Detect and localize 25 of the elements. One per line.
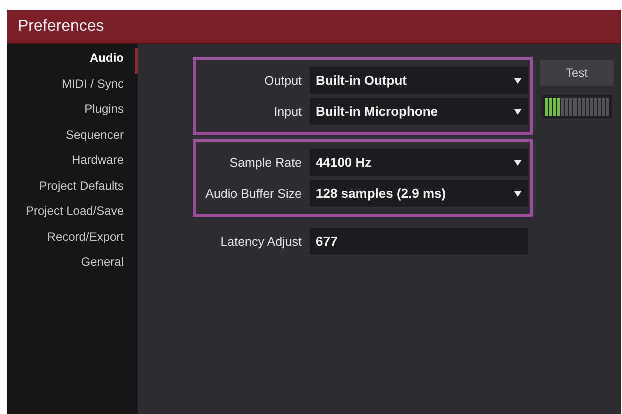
dropdown[interactable]: 44100 Hz	[310, 149, 528, 176]
sidebar-item[interactable]: Hardware	[7, 150, 138, 176]
dropdown[interactable]: Built-in Microphone	[310, 98, 528, 125]
dropdown[interactable]: 128 samples (2.9 ms)	[310, 180, 528, 207]
test-button[interactable]: Test	[540, 60, 614, 86]
sidebar-item[interactable]: General	[7, 252, 138, 278]
sidebar-item[interactable]: Plugins	[7, 99, 138, 124]
field-label: Sample Rate	[228, 156, 302, 170]
caret-icon	[514, 190, 522, 196]
sidebar-item[interactable]: Sequencer	[7, 124, 138, 150]
caret-icon	[514, 108, 522, 114]
input-field[interactable]: 677	[310, 228, 528, 255]
field-label: Audio Buffer Size	[204, 186, 302, 200]
dropdown[interactable]: Built-in Output	[310, 67, 528, 94]
caret-icon	[514, 78, 522, 84]
sidebar-item[interactable]: Audio	[7, 48, 138, 74]
window-title: Preferences	[18, 18, 104, 36]
caret-icon	[514, 160, 522, 166]
sidebar-item[interactable]: Record/Export	[7, 226, 138, 252]
field-label: Output	[263, 74, 302, 88]
sidebar-item[interactable]: Project Load/Save	[7, 201, 138, 226]
sidebar-item[interactable]: MIDI / Sync	[7, 74, 138, 99]
sidebar-item[interactable]: Project Defaults	[7, 176, 138, 201]
field-label: Input	[273, 104, 302, 118]
field-label: Latency Adjust	[220, 234, 302, 248]
